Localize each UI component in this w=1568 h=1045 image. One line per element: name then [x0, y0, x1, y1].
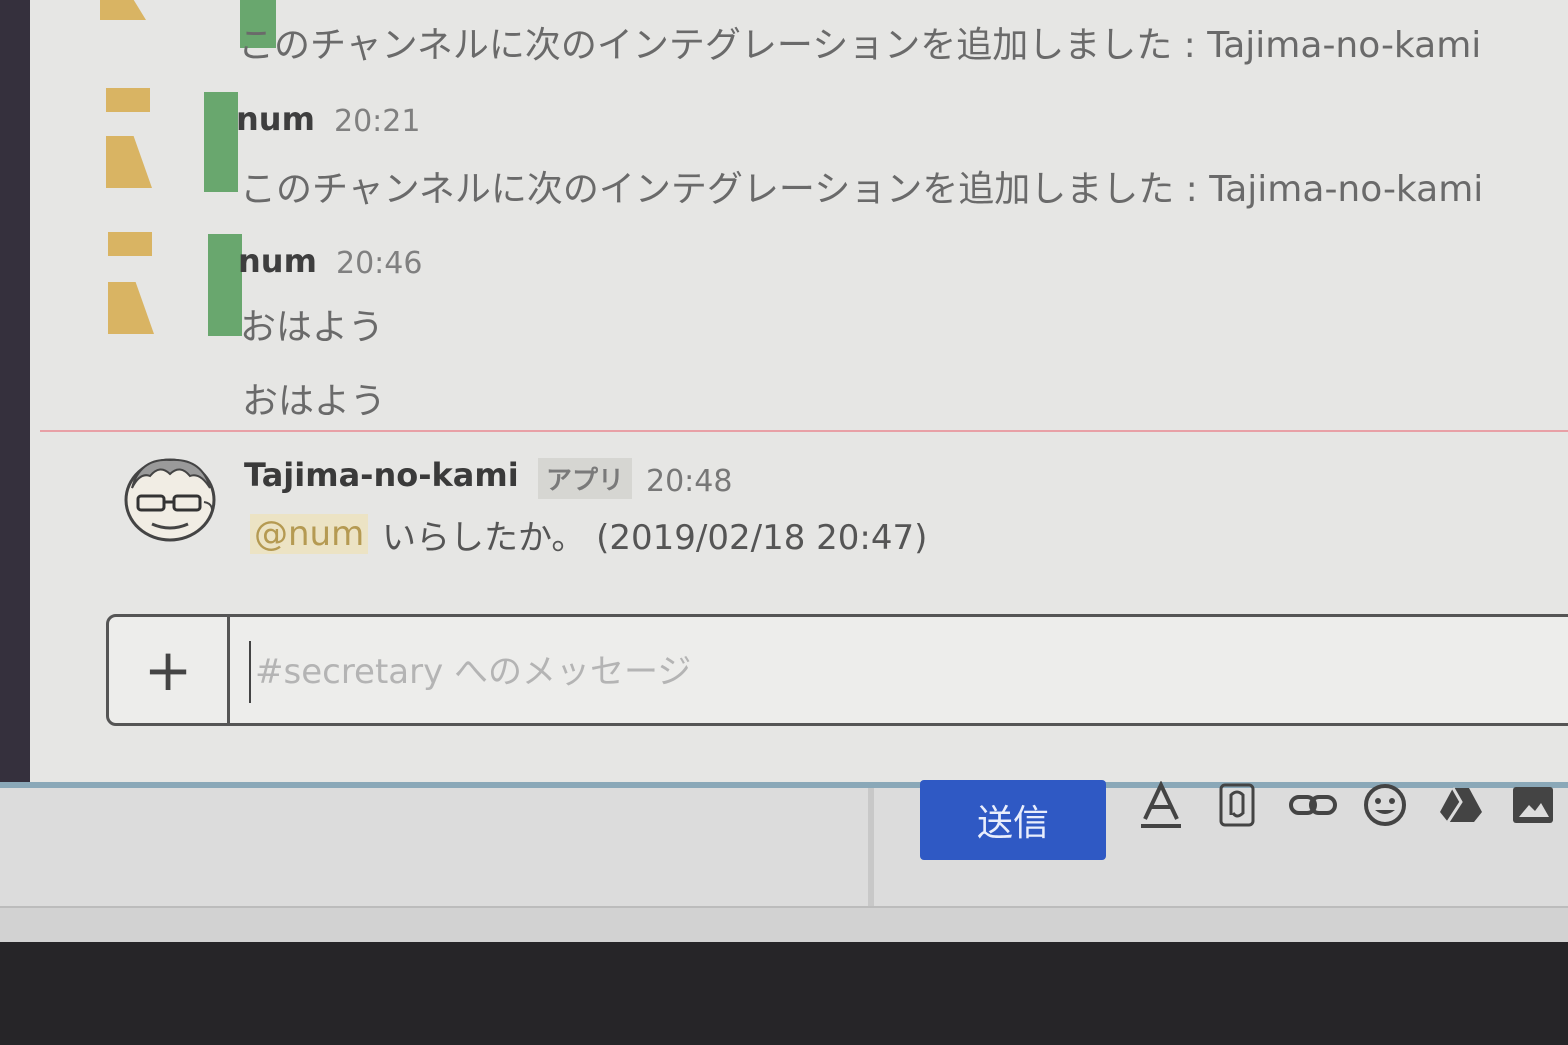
- screen-bezel: [0, 942, 1568, 1045]
- bot-sender-name[interactable]: Tajima-no-kami: [244, 456, 519, 494]
- message-text: いらしたか。 (2019/02/18 20:47): [382, 518, 928, 558]
- old-man-face-icon: [124, 458, 216, 542]
- message-text: おはよう: [240, 307, 385, 348]
- send-button[interactable]: 送信: [920, 780, 1106, 860]
- app-badge: アプリ: [538, 458, 633, 499]
- toolbar-separator: [868, 788, 874, 906]
- message-time[interactable]: 20:21: [334, 104, 420, 139]
- message-text: このチャンネルに次のインテグレーションを追加しました : Tajima-no-k…: [238, 25, 1482, 66]
- message-time[interactable]: 20:46: [336, 246, 422, 281]
- message-text: おはよう: [242, 381, 387, 422]
- attachment-icon[interactable]: [1212, 780, 1262, 830]
- message-sender[interactable]: num: [236, 100, 315, 138]
- message-time[interactable]: 20:48: [646, 464, 732, 499]
- message-composer: +: [106, 614, 1568, 726]
- message-input[interactable]: [249, 641, 1557, 703]
- message-text: このチャンネルに次のインテグレーションを追加しました : Tajima-no-k…: [240, 169, 1484, 210]
- attach-plus-button[interactable]: +: [109, 617, 230, 723]
- message-sender[interactable]: num: [238, 242, 317, 280]
- emoji-icon[interactable]: [1360, 780, 1410, 830]
- identicon-avatar[interactable]: [106, 88, 238, 193]
- link-icon[interactable]: [1288, 780, 1338, 830]
- user-mention[interactable]: @num: [250, 514, 369, 554]
- text-format-icon[interactable]: [1136, 780, 1186, 830]
- image-icon[interactable]: [1508, 780, 1558, 830]
- identicon-avatar[interactable]: [108, 232, 242, 337]
- new-messages-divider: [40, 430, 1568, 432]
- drive-icon[interactable]: [1436, 780, 1486, 830]
- message-pane: このチャンネルに次のインテグレーションを追加しました : Tajima-no-k…: [30, 0, 1568, 790]
- bot-avatar[interactable]: [120, 452, 220, 542]
- toolbar-divider: [0, 906, 1568, 944]
- identicon-avatar[interactable]: [100, 0, 276, 48]
